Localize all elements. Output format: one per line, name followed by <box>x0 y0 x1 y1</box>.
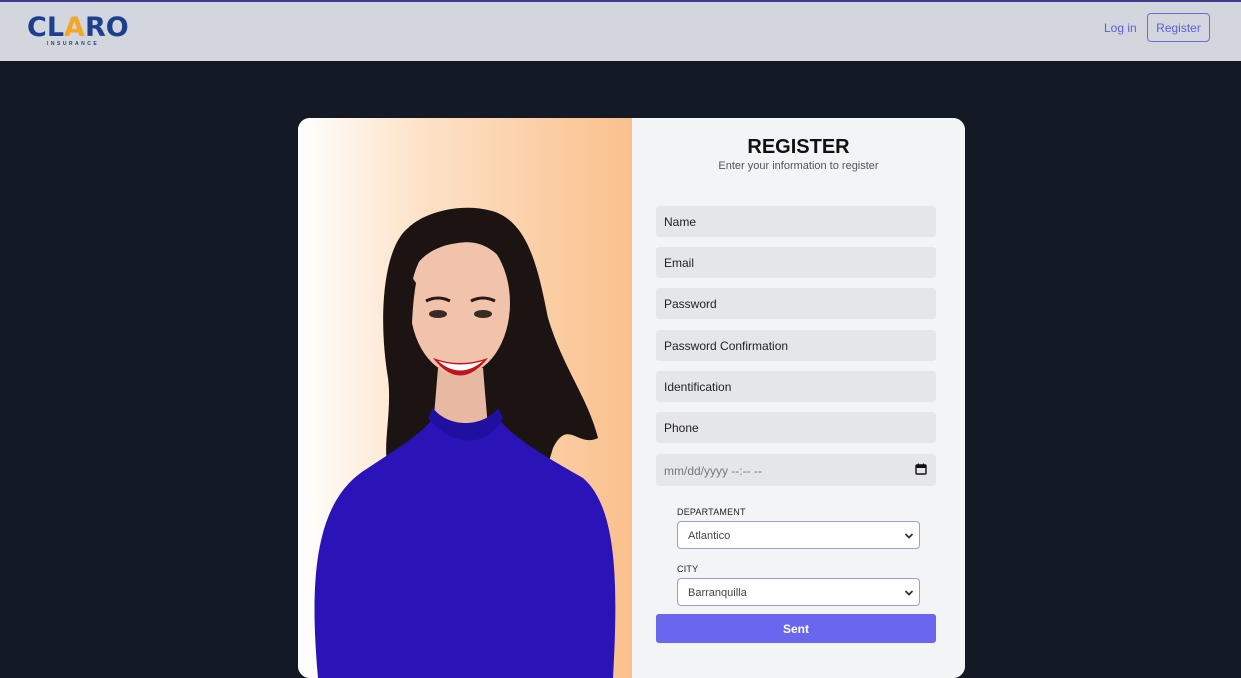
form-title: REGISTER <box>747 136 850 158</box>
department-label: DEPARTAMENT <box>677 507 746 517</box>
email-field[interactable] <box>656 247 936 278</box>
register-form: REGISTER Enter your information to regis… <box>632 118 965 678</box>
claro-logo[interactable]: CLARO INSURANCE <box>27 12 129 51</box>
chevron-down-icon <box>904 590 914 596</box>
logo-subtitle: INSURANCE <box>47 41 100 47</box>
password-confirmation-field[interactable] <box>656 330 936 361</box>
login-link[interactable]: Log in <box>1104 21 1137 35</box>
department-value: Atlantico <box>688 530 731 542</box>
register-button[interactable]: Register <box>1147 13 1210 42</box>
city-select[interactable]: Barranquilla <box>677 578 920 606</box>
register-card: REGISTER Enter your information to regis… <box>298 118 965 678</box>
woman-portrait-illustration <box>314 207 616 678</box>
top-navbar: CLARO INSURANCE Log in Register <box>0 0 1241 61</box>
form-subtitle: Enter your information to register <box>718 160 879 172</box>
identification-field[interactable] <box>656 371 936 402</box>
phone-field[interactable] <box>656 412 936 443</box>
city-label: CITY <box>677 564 699 574</box>
sent-button[interactable]: Sent <box>656 614 936 643</box>
chevron-down-icon <box>904 533 914 539</box>
date-field[interactable]: mm/dd/yyyy --:-- -- <box>656 454 936 486</box>
city-value: Barranquilla <box>688 587 747 599</box>
department-select[interactable]: Atlantico <box>677 521 920 549</box>
password-field[interactable] <box>656 288 936 319</box>
date-placeholder: mm/dd/yyyy --:-- -- <box>664 464 762 478</box>
logo-text-a: A <box>64 12 85 43</box>
calendar-icon[interactable] <box>915 463 927 475</box>
name-field[interactable] <box>656 206 936 237</box>
logo-text-right: RO <box>84 12 129 43</box>
portrait-image <box>298 118 632 678</box>
logo-text-left: CL <box>27 12 65 43</box>
